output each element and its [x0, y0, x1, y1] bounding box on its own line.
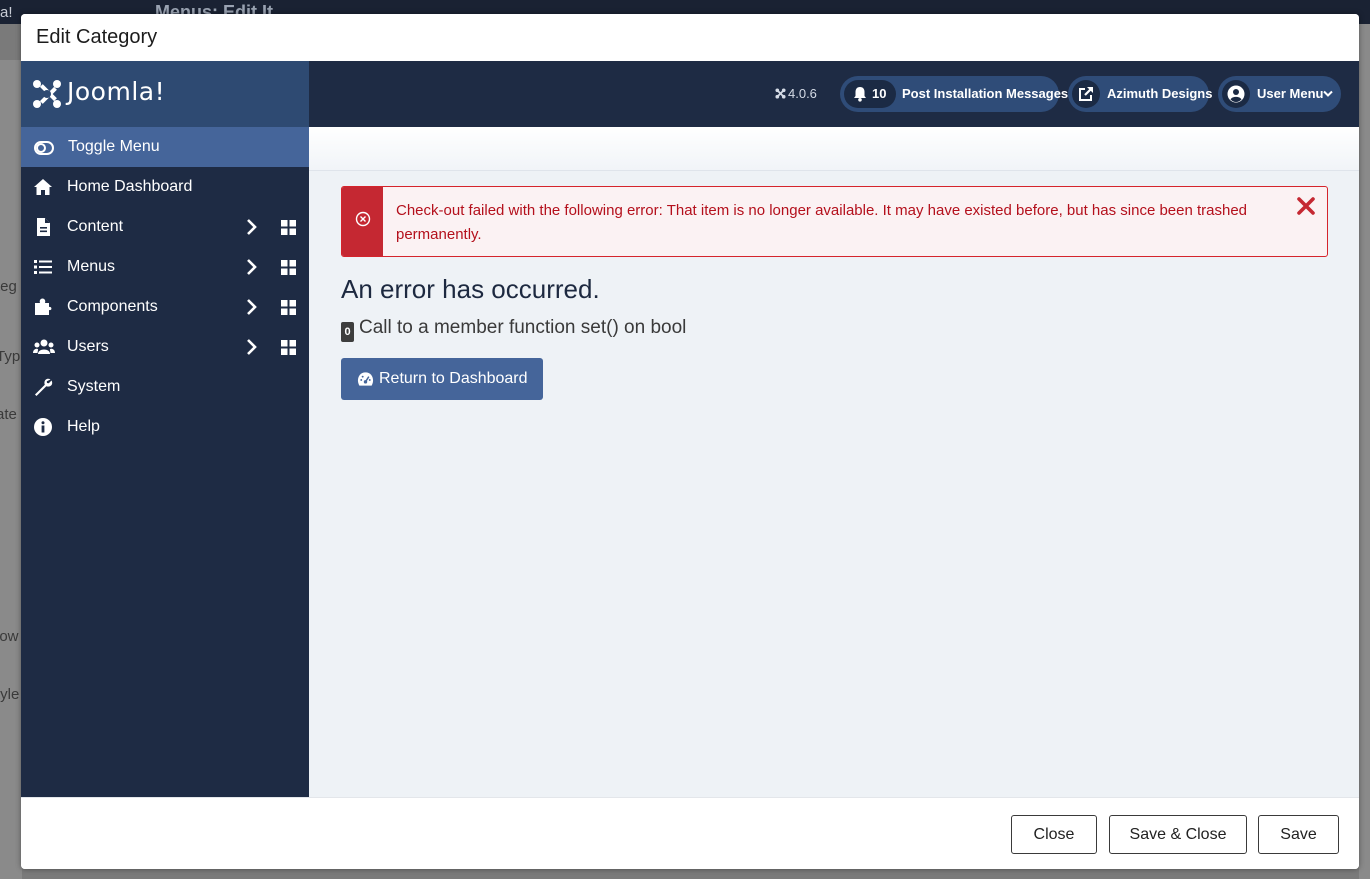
external-link-badge: [1072, 80, 1100, 108]
home-icon: [34, 179, 52, 195]
chevron-down-icon: [1323, 90, 1333, 97]
sidebar-item-label: Components: [67, 298, 158, 315]
notification-count: 10: [872, 86, 887, 101]
edit-category-modal: Edit Category Joomla! Toggle Menu Home D…: [21, 14, 1359, 869]
save-button[interactable]: Save: [1258, 815, 1339, 854]
toggle-menu-label: Toggle Menu: [68, 138, 160, 155]
modal-body: Joomla! Toggle Menu Home Dashboard Conte…: [21, 61, 1359, 797]
background-label: Typ: [0, 348, 21, 365]
external-link-icon: [1079, 87, 1093, 101]
dashboard-grid-icon[interactable]: [281, 260, 296, 275]
dashboard-grid-icon[interactable]: [281, 220, 296, 235]
sidebar-item-menus[interactable]: Menus: [21, 247, 309, 287]
chevron-right-icon[interactable]: [245, 338, 259, 356]
background-label: tyle: [0, 686, 20, 703]
chevron-right-icon[interactable]: [245, 258, 259, 276]
user-menu-label: User Menu: [1257, 86, 1324, 101]
error-message: Call to a member function set() on bool: [359, 317, 687, 338]
dashboard-grid-icon[interactable]: [281, 340, 296, 355]
background-right-strip: [1359, 24, 1370, 879]
alert-message: Check-out failed with the following erro…: [396, 202, 1248, 243]
chevron-right-icon[interactable]: [245, 218, 259, 236]
version-number: 4.0.6: [788, 86, 817, 101]
background-left-strip: teg Typ ate low tyle: [0, 60, 22, 879]
subhead-toolbar: [309, 127, 1359, 171]
wrench-icon: [35, 378, 53, 396]
sidebar-item-components[interactable]: Components: [21, 287, 309, 327]
background-label: low: [0, 628, 19, 645]
brand-logo[interactable]: Joomla!: [21, 61, 309, 127]
users-icon: [33, 339, 55, 354]
sidebar-item-help[interactable]: Help: [21, 407, 309, 447]
dashboard-grid-icon[interactable]: [281, 300, 296, 315]
modal-footer: Close Save & Close Save: [21, 797, 1359, 869]
alert-icon-area: [342, 187, 383, 256]
toggle-menu-button[interactable]: Toggle Menu: [21, 127, 309, 167]
sidebar-item-label: Content: [67, 218, 124, 235]
joomla-logo-icon: [33, 80, 61, 108]
close-button[interactable]: Close: [1011, 815, 1097, 854]
post-installation-messages-button[interactable]: 10 Post Installation Messages: [840, 76, 1068, 112]
error-alert: Check-out failed with the following erro…: [341, 186, 1328, 257]
close-icon[interactable]: [1297, 197, 1315, 215]
error-heading: An error has occurred.: [341, 274, 600, 304]
return-to-dashboard-button[interactable]: Return to Dashboard: [341, 358, 543, 400]
background-label: ate: [0, 406, 17, 423]
sidebar-item-label: System: [67, 378, 121, 395]
save-and-close-button[interactable]: Save & Close: [1109, 815, 1247, 854]
post-installation-label: Post Installation Messages: [902, 86, 1069, 101]
toggle-icon: [34, 141, 54, 155]
error-code-badge: 0: [341, 322, 354, 342]
background-label: teg: [0, 278, 17, 295]
return-to-dashboard-label: Return to Dashboard: [379, 370, 528, 387]
joomla-small-icon: [775, 88, 786, 99]
sidebar-item-content[interactable]: Content: [21, 207, 309, 247]
modal-title: Edit Category: [36, 26, 158, 48]
notification-counter: 10: [844, 80, 896, 108]
sidebar-item-label: Users: [67, 338, 109, 355]
admin-sidebar: Joomla! Toggle Menu Home Dashboard Conte…: [21, 61, 309, 797]
user-circle-icon: [1227, 85, 1245, 103]
sidebar-item-label: Menus: [67, 258, 116, 275]
puzzle-icon: [35, 298, 52, 315]
brand-name: Joomla!: [67, 77, 166, 106]
avatar: [1222, 80, 1250, 108]
bell-icon: [854, 87, 866, 102]
azimuth-designs-site-link[interactable]: Azimuth Designs: [1068, 76, 1213, 112]
user-menu-dropdown[interactable]: User Menu: [1218, 76, 1341, 112]
admin-header: 4.0.6 10 Post Installation Messages Azim…: [309, 61, 1359, 127]
error-circle-icon: [355, 211, 371, 227]
dashboard-gauge-icon: [357, 372, 374, 386]
sidebar-item-label: Help: [67, 418, 100, 435]
sidebar-item-system[interactable]: System: [21, 367, 309, 407]
error-details: 0 Call to a member function set() on bool: [341, 317, 686, 342]
version-badge: 4.0.6: [775, 86, 817, 101]
list-icon: [34, 260, 52, 274]
chevron-right-icon[interactable]: [245, 298, 259, 316]
modal-header: Edit Category: [21, 14, 1359, 61]
background-logo-fragment: a!: [0, 4, 13, 21]
sidebar-item-home-dashboard[interactable]: Home Dashboard: [21, 167, 309, 207]
site-name-label: Azimuth Designs: [1107, 86, 1213, 101]
sidebar-item-users[interactable]: Users: [21, 327, 309, 367]
file-icon: [37, 218, 50, 236]
sidebar-item-label: Home Dashboard: [67, 178, 193, 195]
info-icon: [34, 418, 52, 436]
